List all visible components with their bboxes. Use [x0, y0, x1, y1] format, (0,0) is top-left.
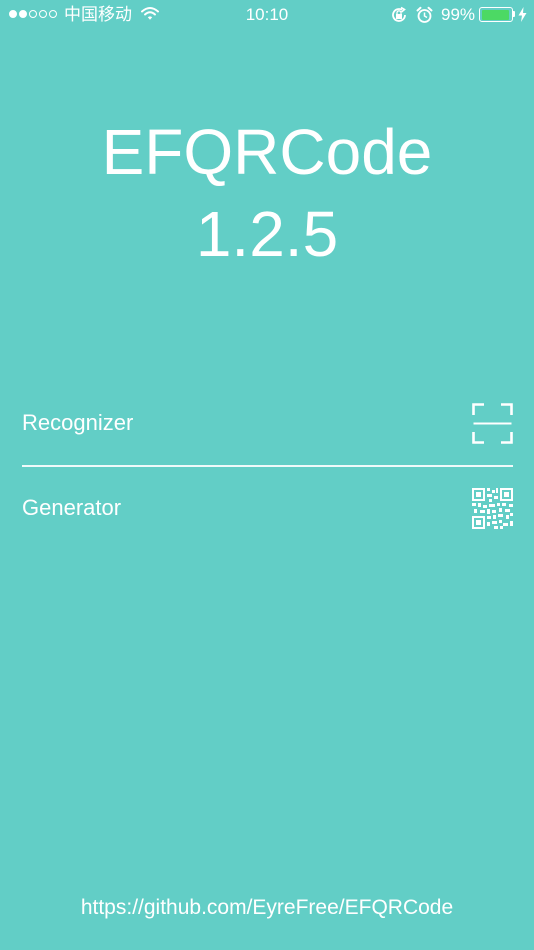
battery-tip	[513, 11, 515, 17]
scan-frame-icon	[472, 403, 513, 444]
battery-icon	[479, 7, 513, 22]
generator-label: Generator	[22, 495, 122, 520]
recognizer-label: Recognizer	[22, 410, 134, 435]
app-title: EFQRCode	[101, 116, 433, 188]
charging-bolt-icon	[518, 7, 527, 22]
github-link[interactable]: https://github.com/EyreFree/EFQRCode	[0, 895, 534, 921]
rotation-lock-icon	[392, 6, 406, 22]
battery-level-fill	[481, 9, 510, 20]
qr-code-icon	[472, 488, 513, 529]
battery-percent: 99%	[441, 5, 476, 24]
alarm-icon	[416, 6, 433, 23]
app-version: 1.2.5	[195, 198, 339, 270]
status-bar: 中国移动 10:10 99%	[0, 0, 534, 30]
recognizer-row[interactable]: Recognizer	[0, 382, 534, 462]
generator-row[interactable]: Generator	[0, 467, 534, 547]
